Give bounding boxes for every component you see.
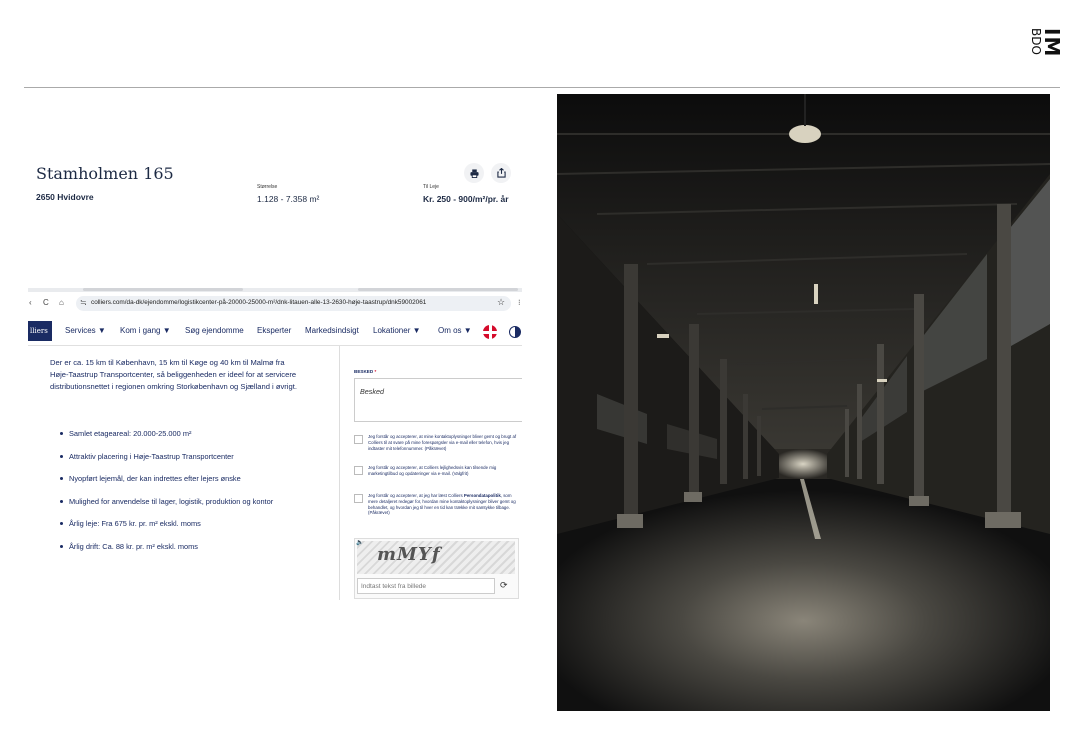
size-label: Størrelse <box>257 184 278 190</box>
captcha: mMYf 🔈 Indtast tekst fra billede ⟳ <box>354 538 519 599</box>
message-textarea[interactable]: Besked <box>354 378 522 422</box>
reload-icon[interactable]: C <box>43 298 49 307</box>
bookmark-star-icon[interactable]: ☆ <box>497 297 505 308</box>
captcha-text: mMYf <box>377 544 441 565</box>
list-item: Mulighed for anvendelse til lager, logis… <box>60 497 340 520</box>
more-icon[interactable]: ⁝ <box>518 298 521 307</box>
consent-privacy-text: Jeg forstår og accepterer, at jeg har læ… <box>368 493 516 516</box>
nav-markedsindsigt[interactable]: Markedsindsigt <box>305 326 359 335</box>
message-label: BESKED * <box>354 369 377 374</box>
contrast-icon[interactable] <box>509 326 521 338</box>
listing-bullets: Samlet etageareal: 20.000-25.000 m² Attr… <box>60 429 340 565</box>
share-button[interactable] <box>491 163 511 183</box>
list-item: Samlet etageareal: 20.000-25.000 m² <box>60 429 340 452</box>
danish-flag-icon[interactable] <box>483 325 497 339</box>
refresh-icon[interactable]: ⟳ <box>500 580 508 591</box>
size-value: 1.128 - 7.358 m² <box>257 194 320 204</box>
share-icon <box>496 168 506 178</box>
rent-label: Til Leje <box>423 184 439 190</box>
nav-soeg-ejendomme[interactable]: Søg ejendomme <box>185 326 244 335</box>
im-bdo-logo: IM BDO <box>1029 28 1064 58</box>
site-navigation: lliers Services ▼ Kom i gang ▼ Søg ejend… <box>28 321 522 346</box>
printer-icon <box>469 168 479 178</box>
warehouse-photo <box>557 94 1050 711</box>
rent-value: Kr. 250 - 900/m²/pr. år <box>423 194 509 204</box>
consent-privacy-checkbox[interactable] <box>354 494 363 503</box>
message-placeholder: Besked <box>360 387 384 396</box>
consent-marketing-checkbox[interactable] <box>354 466 363 475</box>
privacy-policy-link[interactable]: Persondatapolitik <box>464 493 501 498</box>
nav-services[interactable]: Services ▼ <box>65 326 106 335</box>
url-text: colliers.com/da-dk/ejendomme/logistikcen… <box>91 299 427 306</box>
property-header: Stamholmen 165 2650 Hvidovre Størrelse 1… <box>36 160 526 220</box>
property-title: Stamholmen 165 <box>36 164 174 183</box>
warehouse-interior-image <box>557 94 1050 711</box>
property-city: 2650 Hvidovre <box>36 192 94 202</box>
consent-marketing-text: Jeg forstår og accepterer, at Colliers l… <box>368 465 497 476</box>
list-item: Nyopført lejemål, der kan indrettes efte… <box>60 474 340 497</box>
back-icon[interactable]: ‹ <box>29 298 32 307</box>
colliers-logo[interactable]: lliers <box>28 321 52 341</box>
consent-contact-checkbox[interactable] <box>354 435 363 444</box>
column-divider <box>339 346 340 600</box>
address-row: ‹ C ⌂ ≒ colliers.com/da-dk/ejendomme/log… <box>28 295 522 313</box>
captcha-input[interactable]: Indtast tekst fra billede <box>357 578 495 594</box>
logo-im-text: IM <box>1040 28 1064 58</box>
speaker-icon[interactable]: 🔈 <box>356 539 363 546</box>
tab-strip <box>28 288 522 292</box>
header-divider <box>24 87 1060 88</box>
list-item: Attraktiv placering i Høje-Taastrup Tran… <box>60 452 340 475</box>
list-item: Årlig drift: Ca. 88 kr. pr. m² ekskl. mo… <box>60 542 340 565</box>
site-info-icon[interactable]: ≒ <box>80 298 87 307</box>
nav-kom-i-gang[interactable]: Kom i gang ▼ <box>120 326 171 335</box>
list-item: Årlig leje: Fra 675 kr. pr. m² ekskl. mo… <box>60 519 340 542</box>
nav-om-os[interactable]: Om os ▼ <box>438 326 472 335</box>
browser-screenshot: ‹ C ⌂ ≒ colliers.com/da-dk/ejendomme/log… <box>28 288 522 600</box>
consent-contact-text: Jeg forstår og accepterer, at mine konta… <box>368 434 517 451</box>
print-button[interactable] <box>464 163 484 183</box>
listing-description: Der er ca. 15 km til København, 15 km ti… <box>50 358 297 391</box>
nav-lokationer[interactable]: Lokationer ▼ <box>373 326 421 335</box>
nav-eksperter[interactable]: Eksperter <box>257 326 291 335</box>
home-icon[interactable]: ⌂ <box>59 298 64 307</box>
